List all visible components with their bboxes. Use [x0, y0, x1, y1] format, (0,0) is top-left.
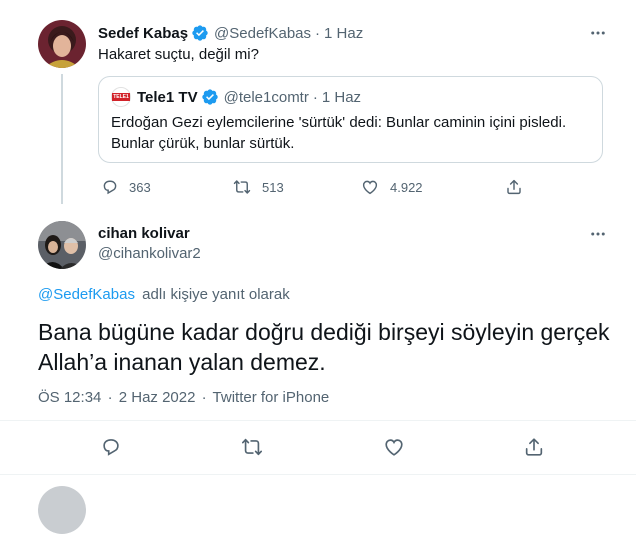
quoted-header: Tele1 TV @tele1comtr · 1 Haz — [137, 87, 361, 107]
retweet-icon[interactable] — [240, 436, 264, 458]
reply-icon[interactable] — [101, 178, 119, 196]
reply-context: @SedefKabas adlı kişiye yanıt olarak — [38, 285, 290, 305]
tweet-text: Hakaret suçtu, değil mi? — [98, 46, 259, 63]
separator: · — [312, 88, 318, 106]
reply-action[interactable]: 363 — [101, 177, 151, 197]
retweet-count: 513 — [262, 179, 284, 195]
verified-icon — [191, 24, 209, 42]
reply-count: 363 — [129, 179, 151, 195]
avatar-cihan-kolivar[interactable] — [38, 221, 86, 269]
retweet-icon[interactable] — [232, 178, 252, 196]
like-icon[interactable] — [361, 178, 379, 196]
main-tweet-text-line-2: Allah’a inanan yalan demez. — [38, 349, 326, 375]
verified-icon — [201, 88, 219, 106]
share-icon[interactable] — [523, 436, 545, 458]
divider — [0, 420, 636, 421]
share-icon[interactable] — [505, 178, 523, 196]
quoted-text-line-2: Bunlar çürük, bunlar sürtük. — [111, 135, 295, 152]
tweet-date[interactable]: 2 Haz 2022 — [119, 389, 196, 406]
next-reply-avatar-partial[interactable] — [38, 486, 86, 534]
like-icon[interactable] — [383, 436, 405, 458]
tweet-time[interactable]: 1 Haz — [324, 25, 363, 42]
quoted-time: 1 Haz — [321, 88, 362, 106]
tele1-logo: TELE1 — [112, 93, 130, 101]
reply-to-user-link[interactable]: @SedefKabas — [38, 286, 135, 303]
like-action[interactable]: 4.922 — [361, 177, 423, 197]
separator: · — [201, 389, 207, 406]
quoted-avatar[interactable]: TELE1 — [111, 87, 131, 107]
reply-icon[interactable] — [100, 436, 122, 458]
author-handle[interactable]: @SedefKabas — [214, 25, 311, 42]
more-icon[interactable] — [589, 225, 607, 247]
tweet-source[interactable]: Twitter for iPhone — [213, 389, 330, 406]
retweet-action[interactable]: 513 — [232, 177, 284, 197]
thread-line — [61, 74, 63, 204]
separator: · — [315, 24, 321, 42]
separator: · — [107, 389, 113, 406]
tweet-time[interactable]: ÖS 12:34 — [38, 389, 101, 406]
quoted-text-line-1: Erdoğan Gezi eylemcilerine 'sürtük' dedi… — [111, 114, 567, 131]
main-author-handle[interactable]: @cihankolivar2 — [98, 244, 201, 264]
divider — [0, 474, 636, 475]
main-author-name[interactable]: cihan kolivar — [98, 224, 190, 244]
more-icon[interactable] — [589, 24, 607, 46]
tweet-meta: ÖS 12:34 · 2 Haz 2022 · Twitter for iPho… — [38, 388, 329, 408]
like-count: 4.922 — [390, 179, 423, 195]
quoted-author-handle: @tele1comtr — [223, 88, 309, 106]
avatar-sedef-kabas[interactable] — [38, 20, 86, 68]
main-tweet-text-line-1: Bana bügüne kadar doğru dediği birşeyi s… — [38, 319, 610, 345]
parent-tweet-header: Sedef Kabaş @SedefKabas · 1 Haz — [98, 23, 363, 43]
reply-to-suffix: adlı kişiye yanıt olarak — [142, 286, 290, 303]
quoted-author-name: Tele1 TV — [137, 88, 198, 106]
author-name[interactable]: Sedef Kabaş — [98, 25, 188, 42]
